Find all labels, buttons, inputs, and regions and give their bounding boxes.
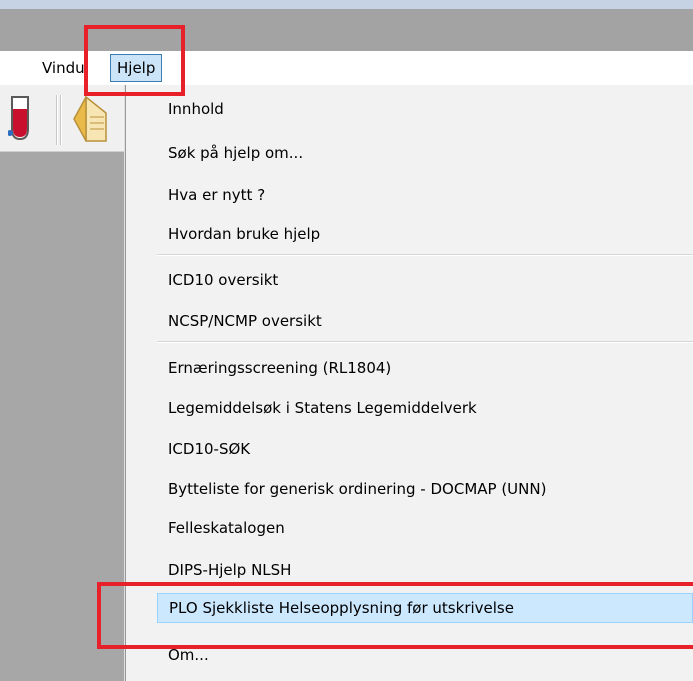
menu-item-hvordan-bruke-hjelp[interactable]: Hvordan bruke hjelp <box>157 219 693 249</box>
menu-item-icd10-oversikt[interactable]: ICD10 oversikt <box>157 265 693 295</box>
menu-item-icd10-sok[interactable]: ICD10-SØK <box>157 434 693 464</box>
menu-item-innhold[interactable]: Innhold <box>157 94 693 124</box>
toolbar-separator <box>56 95 57 145</box>
menu-item-sok-pa-hjelp[interactable]: Søk på hjelp om... <box>157 138 693 168</box>
menu-item-previous[interactable]: : <box>0 51 1 85</box>
menu-separator <box>157 341 693 342</box>
menu-item-vindu[interactable]: Vindu <box>42 51 85 85</box>
menu-separator <box>157 254 693 255</box>
annotation-highlight-hjelp <box>84 25 185 96</box>
menu-item-ernaeringsscreening[interactable]: Ernæringsscreening (RL1804) <box>157 353 693 383</box>
menu-item-bytteliste-docmap[interactable]: Bytteliste for generisk ordinering - DOC… <box>157 474 693 504</box>
title-bar-top-edge <box>0 0 693 9</box>
menu-item-ncsp-ncmp-oversikt[interactable]: NCSP/NCMP oversikt <box>157 306 693 336</box>
menu-item-hva-er-nytt[interactable]: Hva er nytt ? <box>157 180 693 210</box>
annotation-highlight-plo-sjekkliste <box>97 582 693 649</box>
menu-item-legemiddelsok[interactable]: Legemiddelsøk i Statens Legemiddelverk <box>157 393 693 423</box>
menu-item-dips-hjelp-nlsh[interactable]: DIPS-Hjelp NLSH <box>157 555 693 585</box>
toolbar-separator <box>60 95 61 145</box>
test-tube-icon[interactable] <box>8 95 32 141</box>
menu-item-felleskatalogen[interactable]: Felleskatalogen <box>157 513 693 543</box>
document-icon[interactable] <box>72 93 108 145</box>
